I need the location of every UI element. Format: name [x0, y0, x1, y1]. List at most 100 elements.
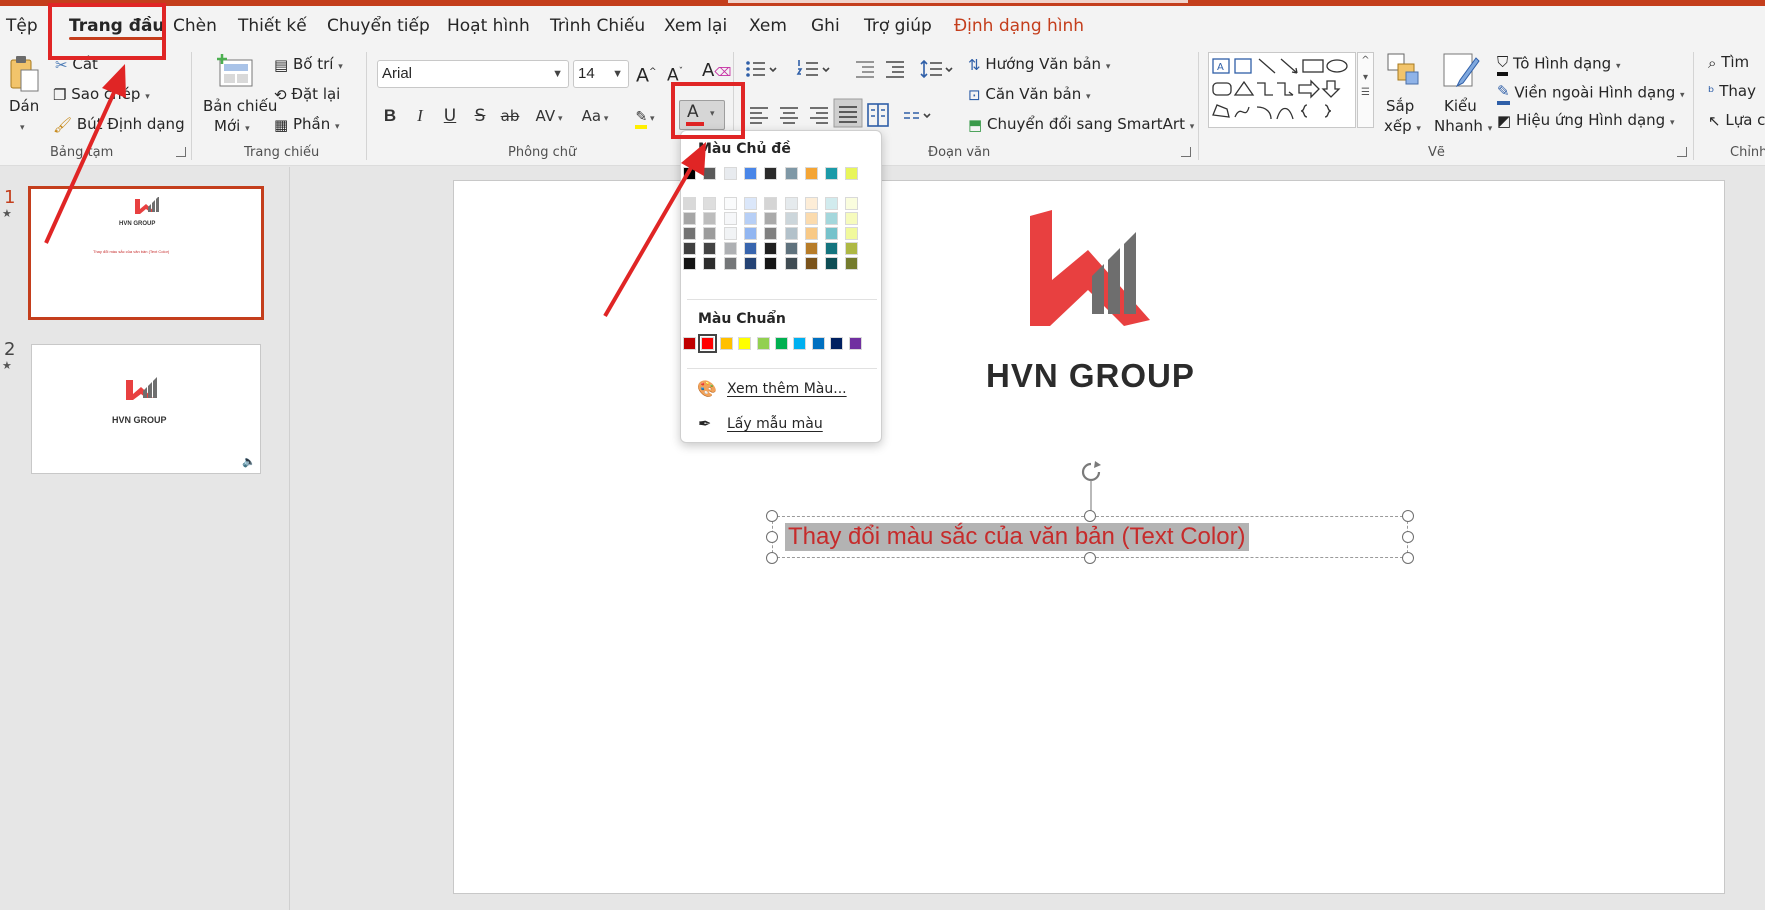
theme-color-shade-swatch[interactable]	[764, 212, 778, 225]
align-right-icon[interactable]	[810, 107, 828, 124]
selected-text[interactable]: Thay đổi màu sắc của văn bản (Text Color…	[785, 523, 1249, 551]
new-slide-button[interactable]: Bản chiếu Mới ▾	[200, 52, 277, 138]
theme-color-shade-swatch[interactable]	[784, 197, 798, 210]
theme-color-shade-swatch[interactable]	[703, 227, 717, 240]
theme-color-shade-swatch[interactable]	[845, 197, 859, 210]
theme-color-shade-swatch[interactable]	[723, 212, 737, 225]
tab-transitions[interactable]: Chuyển tiếp	[327, 6, 430, 46]
theme-color-shade-swatch[interactable]	[764, 257, 778, 270]
tab-animations[interactable]: Hoạt hình	[447, 6, 530, 46]
resize-handle[interactable]	[1084, 552, 1096, 564]
paste-button[interactable]: Dán ▾	[6, 54, 42, 134]
standard-color-swatch[interactable]	[848, 337, 862, 350]
shapes-gallery[interactable]: A	[1208, 52, 1356, 128]
tab-help[interactable]: Trợ giúp	[864, 6, 932, 46]
theme-color-shade-swatch[interactable]	[764, 227, 778, 240]
line-spacing-icon[interactable]	[920, 59, 953, 79]
theme-color-shade-swatch[interactable]	[723, 227, 737, 240]
increase-font-size-icon[interactable]: A^	[636, 62, 657, 85]
theme-color-shade-swatch[interactable]	[784, 212, 798, 225]
copy-button[interactable]: ❐ Sao chép ▾	[53, 84, 150, 107]
find-button[interactable]: ⌕ Tìm	[1708, 52, 1749, 73]
theme-color-shade-swatch[interactable]	[703, 212, 717, 225]
theme-color-swatch[interactable]	[683, 167, 696, 180]
standard-color-swatch[interactable]	[775, 337, 788, 350]
theme-color-shade-swatch[interactable]	[764, 197, 778, 210]
resize-handle[interactable]	[766, 510, 778, 522]
bold-button[interactable]: B	[377, 102, 403, 130]
font-name-combo[interactable]: Arial ▼	[377, 60, 569, 88]
shape-outline-button[interactable]: ✎ Viền ngoài Hình dạng ▾	[1497, 81, 1685, 106]
slide-thumbnail-1[interactable]: HVN GROUP Thay đổi màu sắc của văn bản (…	[28, 186, 264, 320]
resize-handle[interactable]	[766, 531, 778, 543]
standard-color-swatch[interactable]	[719, 337, 733, 350]
standard-color-swatch[interactable]	[756, 337, 770, 350]
theme-color-shade-swatch[interactable]	[683, 212, 696, 225]
quick-styles-button[interactable]: Kiểu Nhanh ▾	[1432, 52, 1492, 138]
theme-color-swatch[interactable]	[703, 167, 717, 180]
align-text-button[interactable]: ⊡ Căn Văn bản ▾	[968, 84, 1091, 107]
theme-color-shade-swatch[interactable]	[825, 227, 839, 240]
arrange-button[interactable]: Sắp xếp ▾	[1382, 52, 1428, 138]
resize-handle[interactable]	[1402, 531, 1414, 543]
theme-color-shade-swatch[interactable]	[845, 227, 859, 240]
theme-color-shade-swatch[interactable]	[845, 212, 859, 225]
shape-effects-button[interactable]: ◩ Hiệu ứng Hình dạng ▾	[1497, 110, 1675, 133]
theme-color-swatch[interactable]	[804, 167, 818, 180]
theme-color-shade-swatch[interactable]	[804, 257, 818, 270]
theme-color-shade-swatch[interactable]	[703, 257, 717, 270]
theme-color-shade-swatch[interactable]	[804, 212, 818, 225]
theme-color-shade-swatch[interactable]	[825, 197, 839, 210]
theme-color-shade-swatch[interactable]	[764, 242, 778, 255]
numbering-icon[interactable]	[796, 60, 830, 76]
theme-color-shade-swatch[interactable]	[804, 227, 818, 240]
theme-color-shade-swatch[interactable]	[845, 257, 859, 270]
theme-color-shade-swatch[interactable]	[703, 242, 717, 255]
more-colors-item[interactable]: 🎨 Xem thêm Màu...	[693, 376, 873, 402]
standard-color-swatch[interactable]	[793, 337, 807, 350]
change-case-button[interactable]: Aa ▾	[575, 102, 615, 130]
theme-color-shade-swatch[interactable]	[723, 197, 737, 210]
theme-color-shade-swatch[interactable]	[683, 242, 696, 255]
standard-color-swatch[interactable]	[811, 337, 825, 350]
shape-fill-button[interactable]: ⛉ Tô Hình dạng ▾	[1497, 52, 1620, 77]
align-center-icon[interactable]	[780, 107, 798, 124]
tab-review[interactable]: Xem lại	[664, 6, 727, 46]
theme-color-shade-swatch[interactable]	[784, 242, 798, 255]
theme-color-swatch[interactable]	[825, 167, 839, 180]
theme-color-shade-swatch[interactable]	[683, 227, 696, 240]
theme-color-shade-swatch[interactable]	[825, 212, 839, 225]
theme-color-swatch[interactable]	[784, 167, 798, 180]
theme-color-shade-swatch[interactable]	[825, 242, 839, 255]
select-button[interactable]: ↖ Lựa c	[1708, 110, 1765, 131]
theme-color-shade-swatch[interactable]	[825, 257, 839, 270]
theme-color-shade-swatch[interactable]	[683, 257, 696, 270]
standard-color-swatch[interactable]	[698, 334, 718, 353]
underline-button[interactable]: U	[437, 102, 463, 130]
theme-color-shade-swatch[interactable]	[683, 197, 696, 210]
tab-view[interactable]: Xem	[749, 6, 787, 46]
resize-handle[interactable]	[766, 552, 778, 564]
theme-color-shade-swatch[interactable]	[743, 242, 757, 255]
resize-handle[interactable]	[1084, 510, 1096, 522]
tab-slideshow[interactable]: Trình Chiếu	[550, 6, 645, 46]
resize-handle[interactable]	[1402, 510, 1414, 522]
tab-file[interactable]: Tệp	[6, 6, 38, 46]
format-painter-button[interactable]: 🖌 Bút Định dạng	[53, 114, 185, 135]
standard-color-swatch[interactable]	[830, 337, 844, 350]
theme-color-shade-swatch[interactable]	[845, 242, 859, 255]
theme-color-swatch[interactable]	[845, 167, 859, 180]
reset-button[interactable]: ⟲ Đặt lại	[274, 84, 340, 105]
italic-button[interactable]: I	[407, 102, 433, 130]
slide-brand-text[interactable]: HVN GROUP	[986, 357, 1196, 395]
eyedropper-item[interactable]: ✒ Lấy mẫu màu	[693, 411, 873, 437]
theme-color-shade-swatch[interactable]	[723, 257, 737, 270]
clear-formatting-icon[interactable]: A⌫	[702, 61, 731, 82]
standard-color-swatch[interactable]	[738, 337, 752, 350]
theme-color-shade-swatch[interactable]	[743, 212, 757, 225]
theme-color-shade-swatch[interactable]	[743, 257, 757, 270]
slide-thumbnail-2[interactable]: HVN GROUP 🔈	[31, 344, 261, 474]
theme-color-shade-swatch[interactable]	[804, 197, 818, 210]
theme-color-shade-swatch[interactable]	[743, 197, 757, 210]
tab-record[interactable]: Ghi	[811, 6, 840, 46]
